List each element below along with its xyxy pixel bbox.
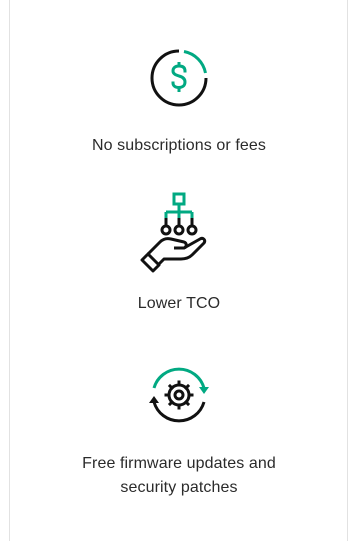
gear-refresh-icon xyxy=(149,367,209,423)
feature-no-fees: No subscriptions or fees xyxy=(10,38,348,158)
dollar-circle-icon xyxy=(150,49,208,107)
feature-label-firmware-line2: security patches xyxy=(120,479,238,496)
hand-network-icon xyxy=(140,192,207,273)
feature-label-firmware-line1: Free firmware updates and xyxy=(82,455,276,472)
feature-lower-tco: Lower TCO xyxy=(10,192,348,316)
feature-panel: No subscriptions or fees Lower TCO Free … xyxy=(0,0,355,541)
feature-label-lower-tco: Lower TCO xyxy=(137,295,221,312)
feature-free-firmware: Free firmware updates and security patch… xyxy=(10,356,348,500)
feature-label-no-fees: No subscriptions or fees xyxy=(91,137,267,154)
